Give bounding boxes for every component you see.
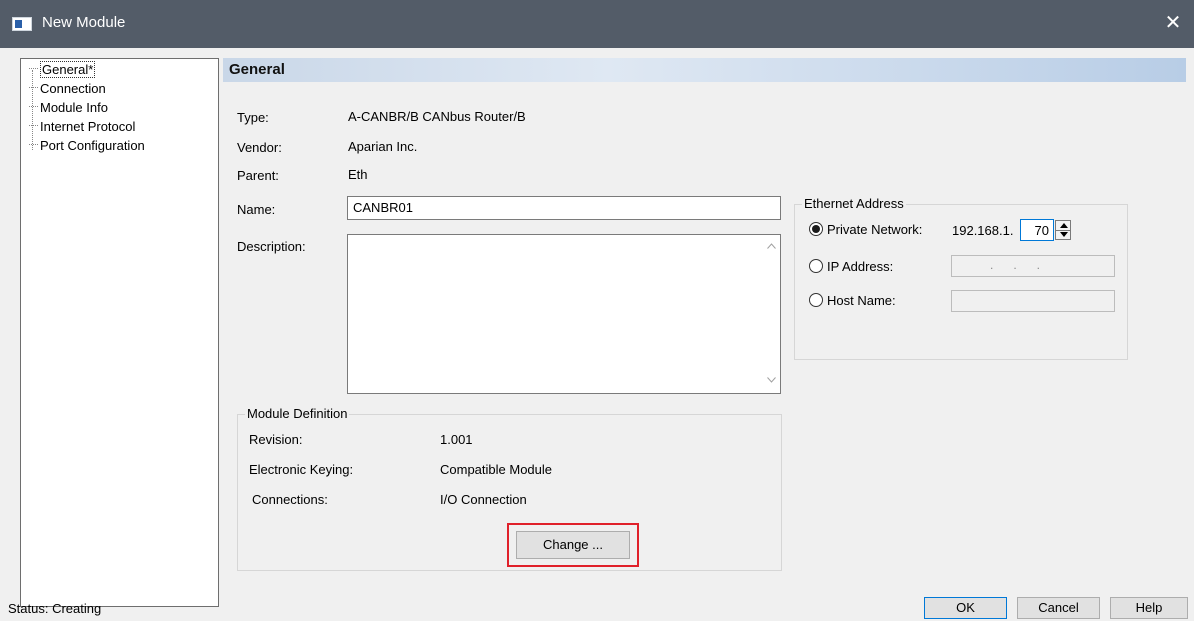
private-network-label[interactable]: Private Network: — [827, 222, 922, 237]
tree-item-port-configuration[interactable]: Port Configuration — [29, 138, 145, 156]
cancel-button[interactable]: Cancel — [1017, 597, 1100, 619]
ok-button[interactable]: OK — [924, 597, 1007, 619]
tree-item-label: Connection — [40, 81, 106, 96]
octet-spinner[interactable] — [1055, 220, 1071, 240]
description-scrollbar[interactable] — [763, 235, 780, 393]
vendor-value: Aparian Inc. — [348, 139, 418, 154]
name-input[interactable]: CANBR01 — [347, 196, 781, 220]
tree-item-label: Port Configuration — [40, 138, 145, 153]
revision-label: Revision: — [249, 432, 303, 447]
connections-label: Connections: — [252, 492, 328, 507]
close-icon[interactable]: ✕ — [1160, 10, 1186, 36]
section-header: General — [223, 58, 1186, 82]
parent-value: Eth — [348, 167, 368, 182]
ethernet-address-label: Ethernet Address — [802, 196, 906, 211]
window-title: New Module — [42, 14, 126, 31]
window-icon — [12, 17, 32, 31]
category-tree: General* Connection Module Info Internet… — [20, 58, 219, 607]
host-name-input[interactable] — [951, 290, 1115, 312]
description-textarea[interactable] — [347, 234, 781, 394]
private-network-octet-input[interactable]: 70 — [1020, 219, 1054, 241]
tree-item-label: Module Info — [40, 100, 108, 115]
octet-value: 70 — [1034, 223, 1049, 238]
ip-address-input[interactable]: . . . — [951, 255, 1115, 277]
description-label: Description: — [237, 239, 306, 254]
ip-address-radio[interactable] — [809, 259, 823, 273]
tree-item-general[interactable]: General* — [29, 61, 96, 80]
help-button[interactable]: Help — [1110, 597, 1188, 619]
connections-value: I/O Connection — [440, 492, 527, 507]
type-label: Type: — [237, 110, 269, 125]
change-button[interactable]: Change ... — [516, 531, 630, 559]
section-title: General — [229, 61, 285, 78]
electronic-keying-label: Electronic Keying: — [249, 462, 354, 477]
private-network-radio[interactable] — [809, 222, 823, 236]
tree-item-module-info[interactable]: Module Info — [29, 100, 108, 118]
host-name-label[interactable]: Host Name: — [827, 293, 896, 308]
ip-address-label[interactable]: IP Address: — [827, 259, 893, 274]
scroll-up-icon[interactable] — [767, 243, 776, 249]
tree-item-label: General* — [40, 61, 96, 78]
private-network-prefix: 192.168.1. — [952, 223, 1014, 238]
electronic-keying-value: Compatible Module — [440, 462, 553, 477]
vendor-label: Vendor: — [237, 140, 282, 155]
host-name-radio[interactable] — [809, 293, 823, 307]
parent-label: Parent: — [237, 168, 279, 183]
tree-item-label: Internet Protocol — [40, 119, 136, 134]
name-input-value: CANBR01 — [353, 200, 413, 215]
tree-item-connection[interactable]: Connection — [29, 81, 106, 99]
name-label: Name: — [237, 202, 276, 217]
title-bar: New Module ✕ — [0, 0, 1194, 48]
module-definition-label: Module Definition — [245, 406, 350, 421]
ip-address-value: . . . — [990, 258, 1041, 272]
scroll-down-icon[interactable] — [767, 377, 776, 383]
revision-value: 1.001 — [440, 432, 473, 447]
type-value: A-CANBR/B CANbus Router/B — [348, 109, 526, 124]
tree-item-internet-protocol[interactable]: Internet Protocol — [29, 119, 135, 137]
status-text: Status: Creating — [8, 601, 102, 616]
